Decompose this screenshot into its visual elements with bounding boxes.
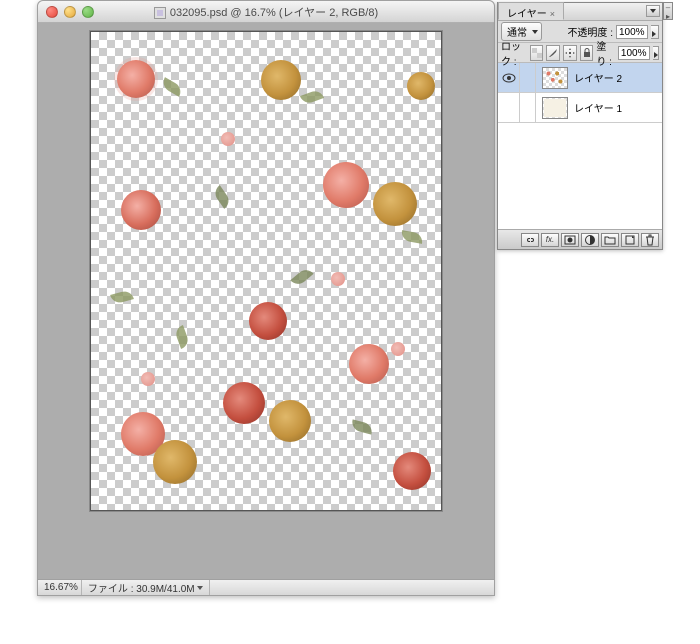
opacity-input[interactable]: 100% xyxy=(616,25,648,39)
artwork-leaf xyxy=(400,230,423,244)
panel-footer: fx. xyxy=(498,229,662,249)
zoom-icon[interactable] xyxy=(82,6,94,18)
window-titlebar[interactable]: 032095.psd @ 16.7% (レイヤー 2, RGB/8) xyxy=(38,1,494,23)
artwork-flower xyxy=(393,452,431,490)
chevron-down-icon: ▸ xyxy=(664,12,672,21)
artwork-leaf xyxy=(110,289,134,304)
close-icon[interactable] xyxy=(46,6,58,18)
artwork-flower xyxy=(121,190,161,230)
artwork-bud xyxy=(331,272,345,286)
lock-row: ロック : 塗り : 100% xyxy=(498,43,662,63)
status-bar: 16.67% ファイル : 30.9M/41.0M xyxy=(38,579,494,595)
traffic-lights xyxy=(46,6,94,18)
eye-icon xyxy=(502,73,516,83)
delete-layer-button[interactable] xyxy=(641,233,659,247)
artwork-flower xyxy=(323,162,369,208)
lock-pixels-button[interactable] xyxy=(546,45,560,61)
artwork-flower xyxy=(223,382,265,424)
layers-list: レイヤー 2 レイヤー 1 xyxy=(498,63,662,231)
artwork-bud xyxy=(391,342,405,356)
tab-layers[interactable]: レイヤー× xyxy=(498,2,564,20)
artwork-flower xyxy=(407,72,435,100)
panel-tab-bar: レイヤー× – ▸ xyxy=(498,3,662,21)
link-icon xyxy=(524,234,536,246)
add-mask-button[interactable] xyxy=(561,233,579,247)
blend-mode-value: 通常 xyxy=(507,28,527,39)
artwork-flower xyxy=(349,344,389,384)
new-fill-adjustment-button[interactable] xyxy=(581,233,599,247)
zoom-level[interactable]: 16.67% xyxy=(38,580,82,595)
artwork-leaf xyxy=(212,185,233,209)
layer-name[interactable]: レイヤー 1 xyxy=(574,100,622,115)
artwork-leaf xyxy=(174,325,191,349)
lock-position-button[interactable] xyxy=(563,45,577,61)
new-group-button[interactable] xyxy=(601,233,619,247)
close-icon[interactable]: × xyxy=(550,9,555,19)
link-toggle[interactable] xyxy=(520,93,536,122)
layer-thumbnail[interactable] xyxy=(542,67,568,89)
chevron-right-icon[interactable] xyxy=(653,46,659,60)
fill-label: 塗り : xyxy=(596,38,615,68)
artwork-flower xyxy=(153,440,197,484)
artwork-flower xyxy=(249,302,287,340)
artwork-flower xyxy=(373,182,417,226)
file-size-info[interactable]: ファイル : 30.9M/41.0M xyxy=(82,580,210,595)
document-window: 032095.psd @ 16.7% (レイヤー 2, RGB/8) xyxy=(37,0,495,596)
file-size-text: ファイル : 30.9M/41.0M xyxy=(88,580,195,595)
brush-icon xyxy=(548,48,558,58)
chevron-right-icon[interactable] xyxy=(651,25,659,39)
transparency-icon xyxy=(532,48,542,58)
new-layer-button[interactable] xyxy=(621,233,639,247)
document-proxy-icon[interactable] xyxy=(154,7,166,19)
zoom-level-text: 16.67% xyxy=(44,582,78,593)
visibility-toggle[interactable] xyxy=(498,63,520,92)
artwork-bud xyxy=(221,132,235,146)
artwork-leaf xyxy=(160,77,184,97)
canvas-area[interactable] xyxy=(38,23,494,579)
fx-icon: fx. xyxy=(546,235,554,244)
move-icon xyxy=(565,48,575,58)
artwork-bud xyxy=(141,372,155,386)
layer-effects-button[interactable]: fx. xyxy=(541,233,559,247)
artboard[interactable] xyxy=(90,31,442,511)
mask-icon xyxy=(564,234,576,246)
chevron-right-icon xyxy=(197,586,203,590)
artwork-leaf xyxy=(350,419,374,434)
artwork-leaf xyxy=(290,266,313,288)
folder-icon xyxy=(604,234,616,246)
artwork-leaf xyxy=(300,89,324,106)
minimize-icon[interactable] xyxy=(64,6,76,18)
artwork-flower xyxy=(261,60,301,100)
lock-all-button[interactable] xyxy=(580,45,594,61)
half-circle-icon xyxy=(584,234,596,246)
tab-layers-label: レイヤー xyxy=(507,9,547,20)
fill-input[interactable]: 100% xyxy=(618,46,650,60)
lock-icon xyxy=(582,48,592,58)
link-layers-button[interactable] xyxy=(521,233,539,247)
artwork-flower xyxy=(117,60,155,98)
panel-collapse-button[interactable]: – ▸ xyxy=(663,2,673,20)
layer-thumbnail[interactable] xyxy=(542,97,568,119)
new-page-icon xyxy=(624,234,636,246)
layer-row[interactable]: レイヤー 1 xyxy=(498,93,662,123)
window-title-text: 032095.psd @ 16.7% (レイヤー 2, RGB/8) xyxy=(170,7,378,19)
visibility-toggle[interactable] xyxy=(498,93,520,122)
layers-panel: レイヤー× – ▸ 通常 不透明度 : 100% ロック : 塗り : 100% xyxy=(497,2,663,250)
layer-row[interactable]: レイヤー 2 xyxy=(498,63,662,93)
artwork-flower xyxy=(269,400,311,442)
blend-row: 通常 不透明度 : 100% xyxy=(498,21,662,43)
panel-menu-button[interactable] xyxy=(646,5,660,17)
blend-mode-select[interactable]: 通常 xyxy=(501,22,542,41)
lock-transparency-button[interactable] xyxy=(530,45,544,61)
link-toggle[interactable] xyxy=(520,63,536,92)
window-title: 032095.psd @ 16.7% (レイヤー 2, RGB/8) xyxy=(38,4,494,20)
layer-name[interactable]: レイヤー 2 xyxy=(574,70,622,85)
trash-icon xyxy=(644,234,656,246)
minimize-icon: – xyxy=(664,3,672,12)
